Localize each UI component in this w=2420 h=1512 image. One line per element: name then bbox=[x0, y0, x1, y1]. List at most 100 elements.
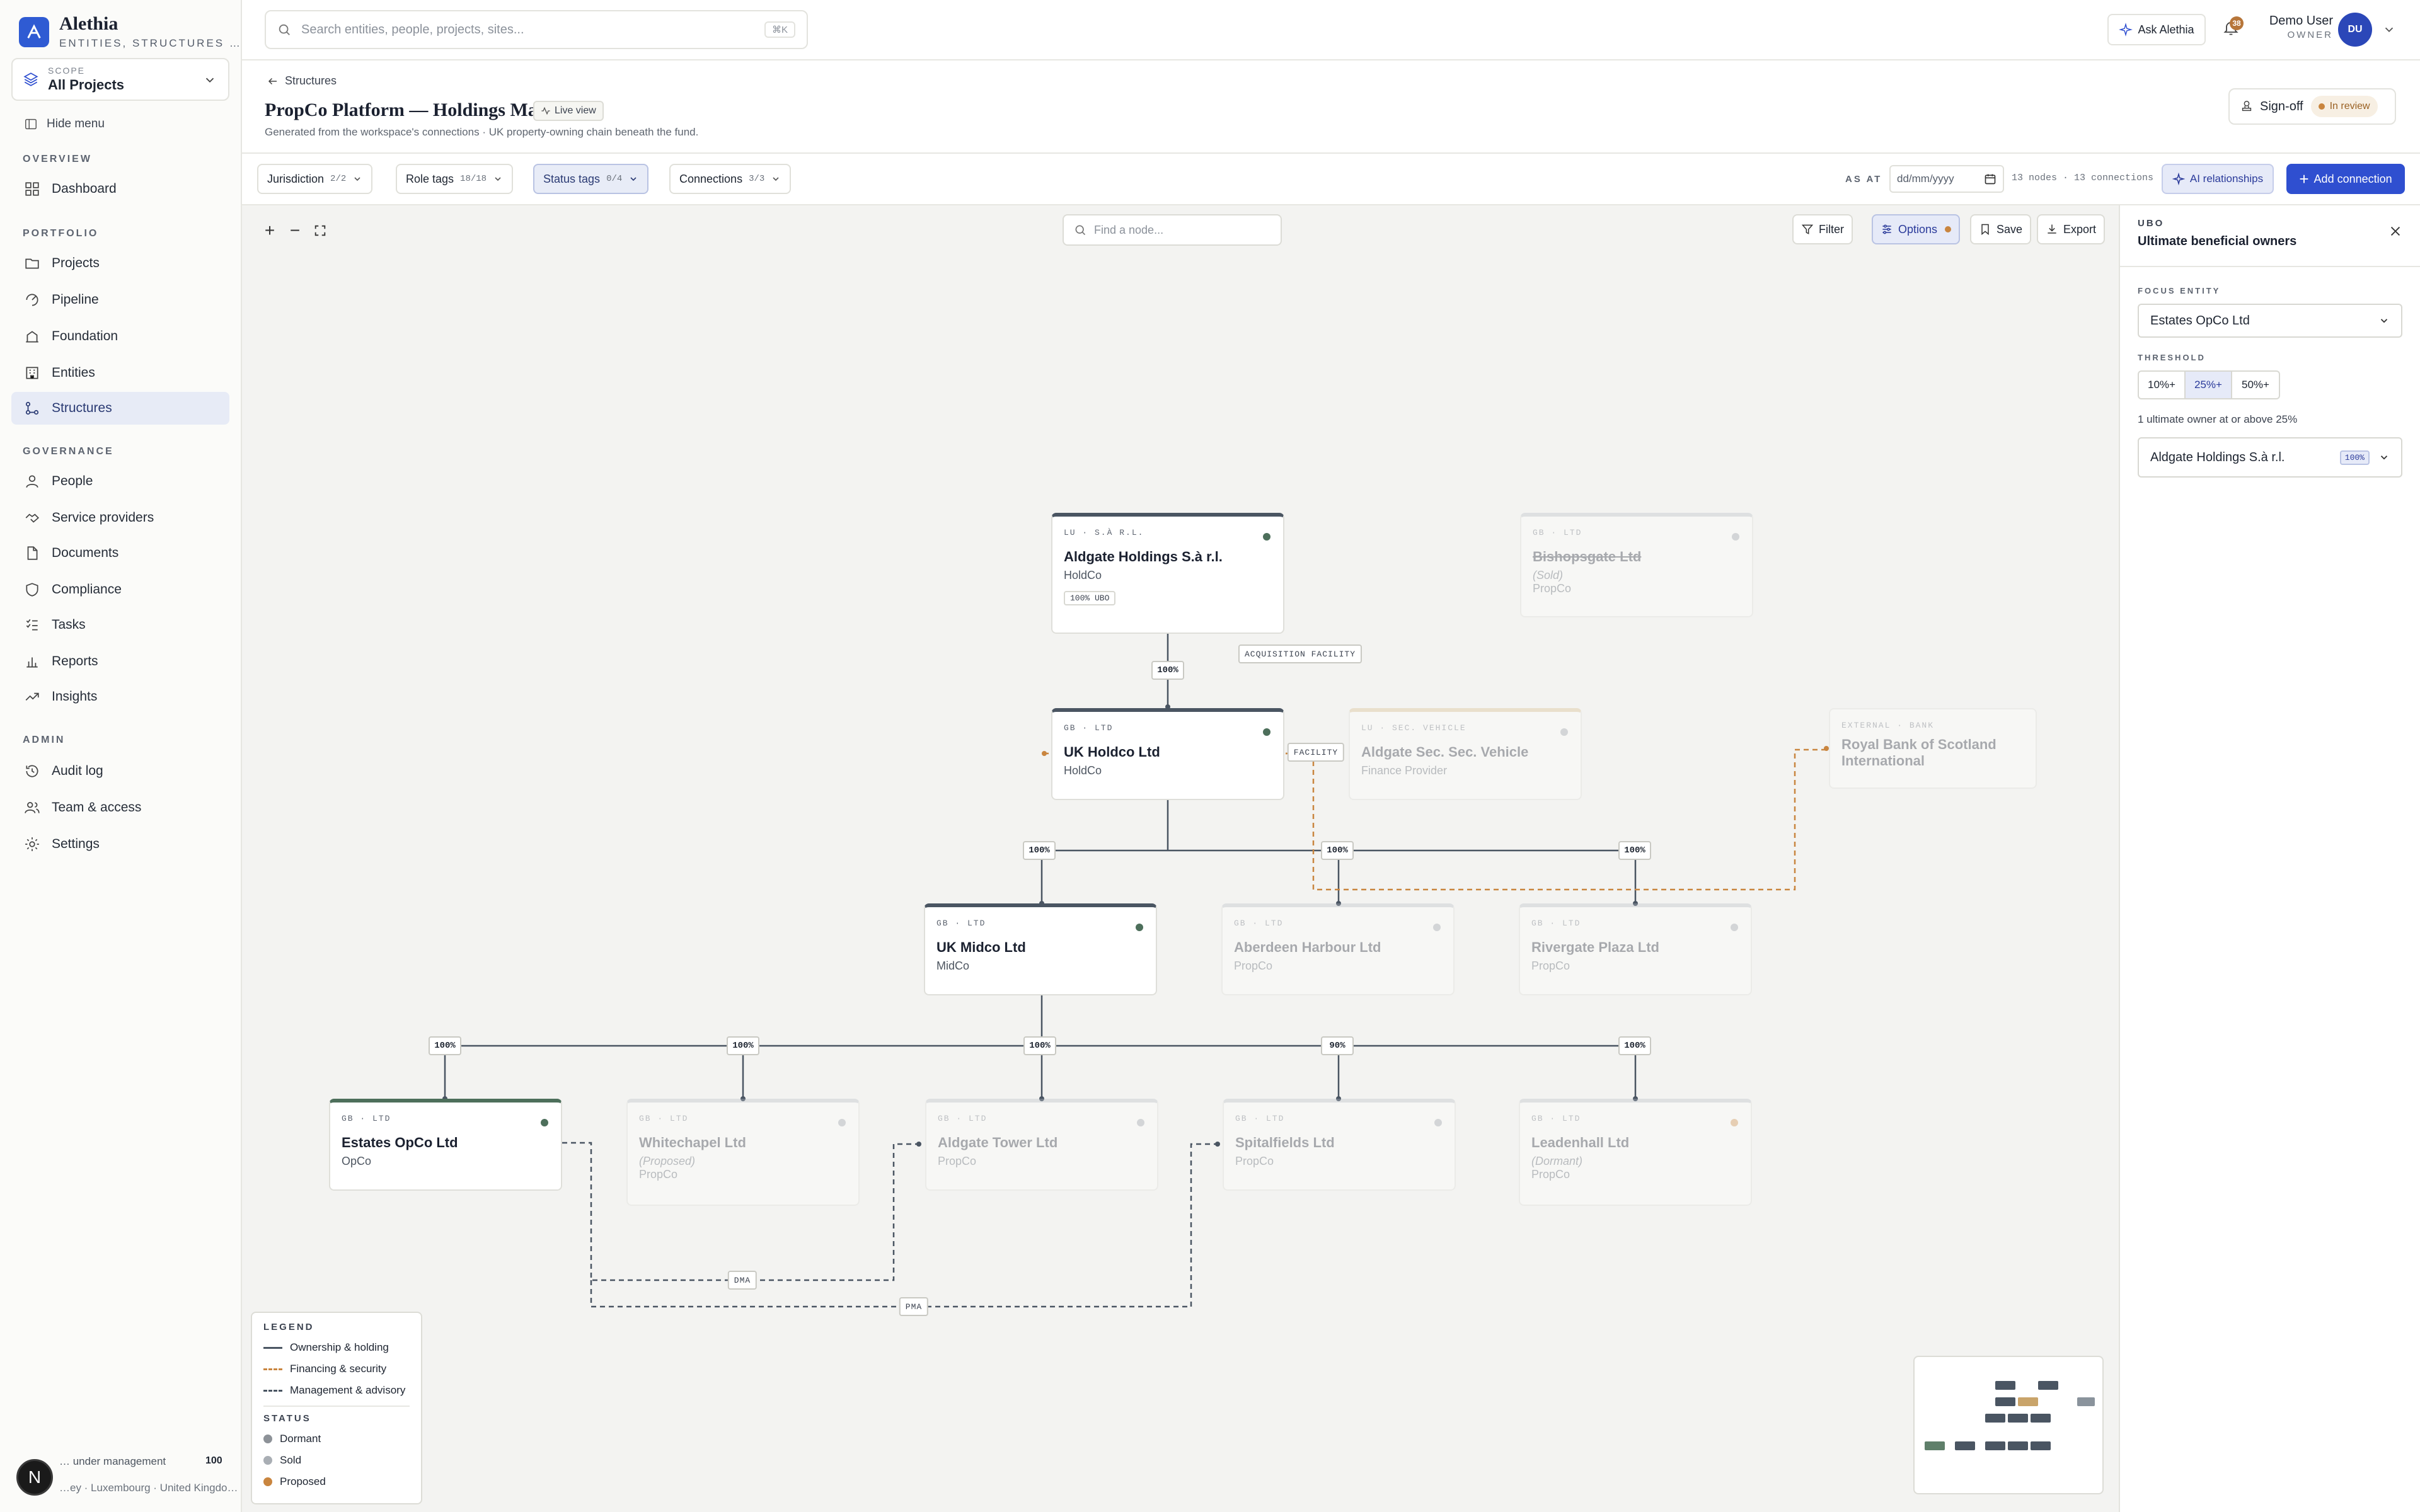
legend-sold: Sold bbox=[280, 1454, 302, 1466]
sidebar-item-service-providers[interactable]: Service providers bbox=[11, 501, 229, 534]
jurisdiction-filter[interactable]: Jurisdiction 2/2 bbox=[257, 164, 373, 194]
zoom-in-button[interactable]: + bbox=[257, 218, 282, 243]
find-node-input[interactable]: Find a node... bbox=[1063, 214, 1282, 246]
node-uk-midco[interactable]: GB · LTD UK Midco Ltd MidCo bbox=[924, 903, 1157, 995]
edge-percent-label: 100% bbox=[1321, 841, 1354, 860]
role-tags-filter[interactable]: Role tags 18/18 bbox=[396, 164, 514, 194]
focus-entity-select[interactable]: Estates OpCo Ltd bbox=[2138, 304, 2402, 338]
threshold-25[interactable]: 25%+ bbox=[2186, 372, 2232, 398]
find-node-placeholder: Find a node... bbox=[1094, 223, 1164, 236]
global-search-input[interactable]: Search entities, people, projects, sites… bbox=[265, 10, 808, 49]
sidebar-item-documents[interactable]: Documents bbox=[11, 537, 229, 570]
bar-chart-icon bbox=[26, 657, 38, 668]
node-bishopsgate[interactable]: GB · LTD Bishopsgate Ltd (Sold) PropCo bbox=[1520, 513, 1753, 617]
sidebar-item-pipeline[interactable]: Pipeline bbox=[11, 284, 229, 316]
calendar-icon bbox=[1985, 174, 1996, 185]
node-estates-opco[interactable]: GB · LTD Estates OpCo Ltd OpCo bbox=[329, 1099, 562, 1191]
notifications-button[interactable]: 38 bbox=[2222, 16, 2244, 38]
node-whitechapel[interactable]: GB · LTD Whitechapel Ltd (Proposed) PropC… bbox=[626, 1099, 860, 1206]
sidebar-item-settings[interactable]: Settings bbox=[11, 828, 229, 861]
ai-relationships-button[interactable]: AI relationships bbox=[2162, 164, 2274, 194]
sidebar-item-dashboard[interactable]: Dashboard bbox=[11, 173, 229, 205]
sidebar-item-label: Service providers bbox=[52, 510, 154, 525]
node-role: PropCo bbox=[1234, 959, 1273, 972]
chip-label: Connections bbox=[679, 172, 743, 185]
threshold-10[interactable]: 10%+ bbox=[2139, 372, 2186, 398]
as-at-date-input[interactable]: dd/mm/yyyy bbox=[1889, 165, 2004, 193]
sidebar-item-foundation[interactable]: Foundation bbox=[11, 320, 229, 353]
chevron-down-icon[interactable] bbox=[2382, 23, 2396, 37]
zoom-out-button[interactable]: − bbox=[282, 218, 308, 243]
node-jurisdiction: GB · LTD bbox=[936, 919, 986, 928]
node-uk-holdco[interactable]: GB · LTD UK Holdco Ltd HoldCo bbox=[1051, 708, 1284, 800]
alethia-logo-icon bbox=[19, 17, 49, 47]
node-aldgate-tower[interactable]: GB · LTD Aldgate Tower Ltd PropCo bbox=[925, 1099, 1158, 1191]
bookmark-icon bbox=[1981, 224, 1989, 236]
legend-financing: Financing & security bbox=[290, 1363, 387, 1375]
status-dot bbox=[1560, 728, 1568, 736]
filter-button[interactable]: Filter bbox=[1792, 214, 1853, 244]
chevron-down-icon bbox=[354, 177, 360, 181]
breadcrumb[interactable]: Structures bbox=[267, 74, 337, 88]
scope-label: SCOPE bbox=[48, 66, 86, 76]
user-menu[interactable]: Demo User OWNER bbox=[2257, 14, 2333, 40]
document-icon bbox=[27, 546, 38, 560]
node-aldgate-holdings[interactable]: LU · S.À R.L. Aldgate Holdings S.à r.l. … bbox=[1051, 513, 1284, 634]
ask-alethia-button[interactable]: Ask Alethia bbox=[2107, 14, 2206, 45]
sidebar-item-people[interactable]: People bbox=[11, 465, 229, 498]
sidebar-item-reports[interactable]: Reports bbox=[11, 645, 229, 678]
date-placeholder: dd/mm/yyyy bbox=[1897, 173, 1954, 185]
node-sec-vehicle[interactable]: LU · SEC. VEHICLE Aldgate Sec. Sec. Vehi… bbox=[1349, 708, 1582, 800]
close-icon[interactable] bbox=[2388, 224, 2402, 238]
node-role: PropCo bbox=[938, 1155, 977, 1167]
save-button[interactable]: Save bbox=[1970, 214, 2032, 244]
aum-value: 100 bbox=[205, 1455, 222, 1466]
options-button[interactable]: Options bbox=[1872, 214, 1961, 244]
sidebar-item-label: Documents bbox=[52, 546, 119, 560]
status-tags-filter[interactable]: Status tags 0/4 bbox=[533, 164, 649, 194]
export-button[interactable]: Export bbox=[2037, 214, 2106, 244]
ubo-owner-row[interactable]: Aldgate Holdings S.à r.l. 100% bbox=[2138, 437, 2402, 478]
sidebar-item-insights[interactable]: Insights bbox=[11, 680, 229, 713]
status-dot bbox=[1732, 533, 1739, 541]
n-badge-button[interactable]: N bbox=[16, 1459, 53, 1496]
edge-percent-label: 100% bbox=[1023, 1036, 1056, 1055]
sidebar-item-compliance[interactable]: Compliance bbox=[11, 573, 229, 606]
scope-selector[interactable]: SCOPE All Projects bbox=[11, 58, 229, 101]
status-dot bbox=[1136, 924, 1143, 931]
sign-off-button[interactable]: Sign-off In review bbox=[2228, 88, 2396, 125]
sidebar-item-projects[interactable]: Projects bbox=[11, 247, 229, 280]
sidebar-item-tasks[interactable]: Tasks bbox=[11, 609, 229, 641]
node-leadenhall[interactable]: GB · LTD Leadenhall Ltd (Dormant) PropCo bbox=[1519, 1099, 1752, 1206]
node-name: Bishopsgate Ltd bbox=[1533, 549, 1642, 564]
ask-label: Ask Alethia bbox=[2138, 23, 2194, 36]
sidebar-item-audit-log[interactable]: Audit log bbox=[11, 755, 229, 788]
team-icon bbox=[25, 802, 40, 813]
handshake-icon bbox=[25, 513, 40, 523]
layers-icon bbox=[23, 72, 38, 86]
node-aberdeen-harbour[interactable]: GB · LTD Aberdeen Harbour Ltd PropCo bbox=[1221, 903, 1455, 995]
search-placeholder: Search entities, people, projects, sites… bbox=[301, 22, 524, 37]
node-jurisdiction: GB · LTD bbox=[1531, 1114, 1581, 1123]
threshold-50[interactable]: 50%+ bbox=[2232, 372, 2279, 398]
brand[interactable]: Alethia ENTITIES, STRUCTURES … bbox=[19, 14, 242, 50]
avatar[interactable]: DU bbox=[2338, 13, 2372, 47]
sidebar-item-label: Entities bbox=[52, 365, 95, 380]
sidebar-item-team-access[interactable]: Team & access bbox=[11, 791, 229, 824]
hide-menu-button[interactable]: Hide menu bbox=[24, 117, 105, 131]
structure-canvas[interactable]: + − Find a node... Filter Options Save E… bbox=[242, 205, 2119, 1512]
fit-view-button[interactable] bbox=[308, 218, 333, 243]
status-dot bbox=[1263, 533, 1270, 541]
add-connection-button[interactable]: + Add connection bbox=[2286, 164, 2405, 194]
node-rivergate-plaza[interactable]: GB · LTD Rivergate Plaza Ltd PropCo bbox=[1519, 903, 1752, 995]
sidebar-item-entities[interactable]: Entities bbox=[11, 357, 229, 389]
chevron-down-icon bbox=[495, 177, 501, 181]
acquisition-facility-label: ACQUISITION FACILITY bbox=[1238, 644, 1363, 663]
minimap[interactable] bbox=[1913, 1356, 2104, 1494]
sidebar-item-structures[interactable]: Structures bbox=[11, 392, 229, 425]
ubo-badge: 100% UBO bbox=[1064, 591, 1116, 605]
node-rbs[interactable]: EXTERNAL · BANK Royal Bank of Scotland I… bbox=[1829, 708, 2037, 789]
sidebar-item-label: Pipeline bbox=[52, 292, 99, 307]
connections-filter[interactable]: Connections 3/3 bbox=[669, 164, 792, 194]
node-spitalfields[interactable]: GB · LTD Spitalfields Ltd PropCo bbox=[1223, 1099, 1456, 1191]
